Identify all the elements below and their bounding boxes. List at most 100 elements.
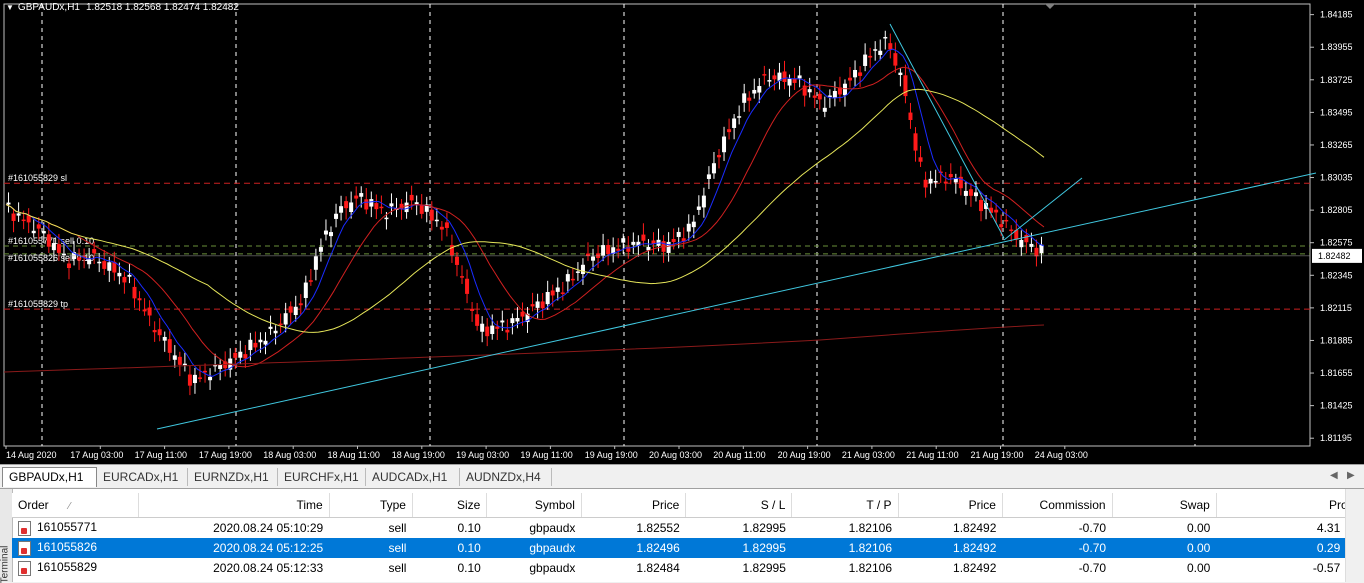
candle-body	[822, 107, 827, 112]
candle-body	[787, 78, 792, 86]
order-cell: -0.70	[1002, 538, 1113, 558]
candle-body	[152, 330, 157, 333]
order-cell: gbpaudx	[529, 561, 576, 575]
dropdown-triangle-icon[interactable]: ▼	[6, 3, 14, 12]
terminal-scrollbar[interactable]	[1345, 489, 1364, 582]
price-chart[interactable]: 1.84185 1.83955 1.83725 1.83495 1.83265 1.830…	[0, 0, 1364, 464]
candle-body	[999, 224, 1004, 228]
candle-body	[1019, 239, 1024, 248]
candle-body	[303, 282, 308, 298]
order-cell: 1.82496	[581, 538, 686, 558]
candle-body	[606, 245, 611, 255]
order-cell: gbpaudx	[486, 538, 582, 558]
trend-line-down[interactable]	[889, 23, 1005, 239]
time-tick-label: 19 Aug 11:00	[520, 450, 572, 460]
chart-tab[interactable]: GBPAUDx,H1	[2, 467, 97, 487]
candle-body	[56, 244, 61, 253]
column-header[interactable]: Commission	[1002, 493, 1113, 518]
candle-body	[268, 326, 273, 329]
chart-tab[interactable]: EURNZDx,H1	[188, 468, 278, 486]
candle-body	[107, 262, 112, 271]
candle-body	[349, 202, 354, 213]
candle-body	[318, 247, 323, 252]
order-cell: 1.82995	[742, 521, 786, 535]
column-header[interactable]: Size	[412, 493, 488, 518]
chart-canvas[interactable]: 1.84185 1.83955 1.83725 1.83495 1.83265 1.830…	[0, 0, 1364, 464]
chart-tab[interactable]: EURCADx,H1	[97, 468, 188, 486]
time-tick-label: 21 Aug 03:00	[842, 450, 895, 460]
candle-body	[313, 256, 318, 270]
candle-body	[389, 203, 394, 207]
candle-body	[439, 226, 444, 230]
column-header[interactable]: Symbol	[486, 493, 582, 518]
ma-slow-line	[5, 88, 1045, 333]
candle-body	[686, 223, 691, 232]
order-row[interactable]: 161055829 2020.08.24 05:12:33 sell 0.10 gbpa…	[12, 558, 1364, 578]
candle-body	[51, 243, 56, 251]
order-cell: 161055771	[12, 518, 138, 539]
chevron-right-icon[interactable]: ▶	[1347, 470, 1355, 481]
sell-order-icon	[18, 520, 31, 536]
price-tick-label: 1.83495	[1320, 107, 1353, 117]
column-header[interactable]: S / L	[685, 493, 793, 518]
time-tick-label: 17 Aug 11:00	[135, 450, 187, 460]
candle-body	[747, 97, 752, 101]
candle-body	[475, 314, 480, 326]
candle-body	[16, 213, 21, 216]
column-header[interactable]: Order ⁄	[12, 493, 139, 518]
column-header[interactable]: Price	[581, 493, 687, 518]
candle-body	[97, 261, 102, 264]
candle-body	[540, 301, 545, 309]
order-row[interactable]: 161055826 2020.08.24 05:12:25 sell 0.10 gbpa…	[12, 538, 1364, 558]
column-header[interactable]: T / P	[791, 493, 899, 518]
time-tick-label: 21 Aug 19:00	[971, 450, 1024, 460]
chart-tab[interactable]: AUDCADx,H1	[366, 468, 460, 486]
column-header[interactable]: Profit	[1216, 493, 1364, 518]
candle-body	[495, 326, 500, 329]
column-header[interactable]: Time	[138, 493, 330, 518]
candle-body	[11, 213, 16, 221]
candle-body	[898, 72, 903, 75]
candle-body	[404, 202, 409, 213]
candle-body	[500, 320, 505, 323]
candle-body	[696, 206, 701, 210]
candle-body	[218, 364, 223, 369]
chart-shift-icon[interactable]	[1045, 4, 1055, 9]
order-cell: 4.31✕	[1216, 518, 1363, 539]
candle-body	[742, 93, 747, 103]
time-tick-label: 21 Aug 11:00	[906, 450, 958, 460]
candle-body	[963, 190, 968, 196]
candle-body	[1034, 247, 1039, 257]
time-tick-label: 20 Aug 03:00	[649, 450, 702, 460]
chart-tab[interactable]: EURCHFx,H1	[278, 468, 366, 486]
candle-body	[752, 89, 757, 94]
order-cell: 161055829	[12, 558, 138, 578]
candle-body	[973, 192, 978, 197]
order-cell: 2020.08.24 05:12:25	[138, 538, 330, 558]
chart-tab[interactable]: AUDNZDx,H4	[460, 468, 552, 486]
candle-body	[379, 206, 384, 209]
column-header[interactable]: Price	[898, 493, 1003, 518]
candle-body	[515, 317, 520, 322]
chevron-left-icon[interactable]: ◀	[1330, 470, 1338, 481]
column-header[interactable]: Swap	[1112, 493, 1217, 518]
trend-line-up[interactable]	[1003, 177, 1083, 241]
candle-body	[979, 199, 984, 212]
candle-body	[203, 370, 208, 373]
candle-body	[102, 261, 107, 269]
column-header[interactable]: Type	[329, 493, 413, 518]
order-cell: 0.00	[1112, 538, 1217, 558]
trend-line-lower[interactable]	[156, 172, 1317, 430]
candle-body	[147, 307, 152, 316]
candle-body	[666, 241, 671, 253]
order-cell: 1.82492	[953, 521, 997, 535]
price-tick-label: 1.81195	[1320, 433, 1352, 443]
candle-body	[36, 224, 41, 229]
time-tick-label: 19 Aug 03:00	[456, 450, 509, 460]
candle-body	[465, 278, 470, 294]
candle-body	[1029, 243, 1034, 247]
time-tick-label: 14 Aug 2020	[6, 450, 57, 460]
order-row[interactable]: 161055771 2020.08.24 05:10:29 sell 0.10 gbpa…	[12, 518, 1364, 539]
candle-body	[384, 217, 389, 220]
sell-order-icon	[18, 540, 31, 556]
